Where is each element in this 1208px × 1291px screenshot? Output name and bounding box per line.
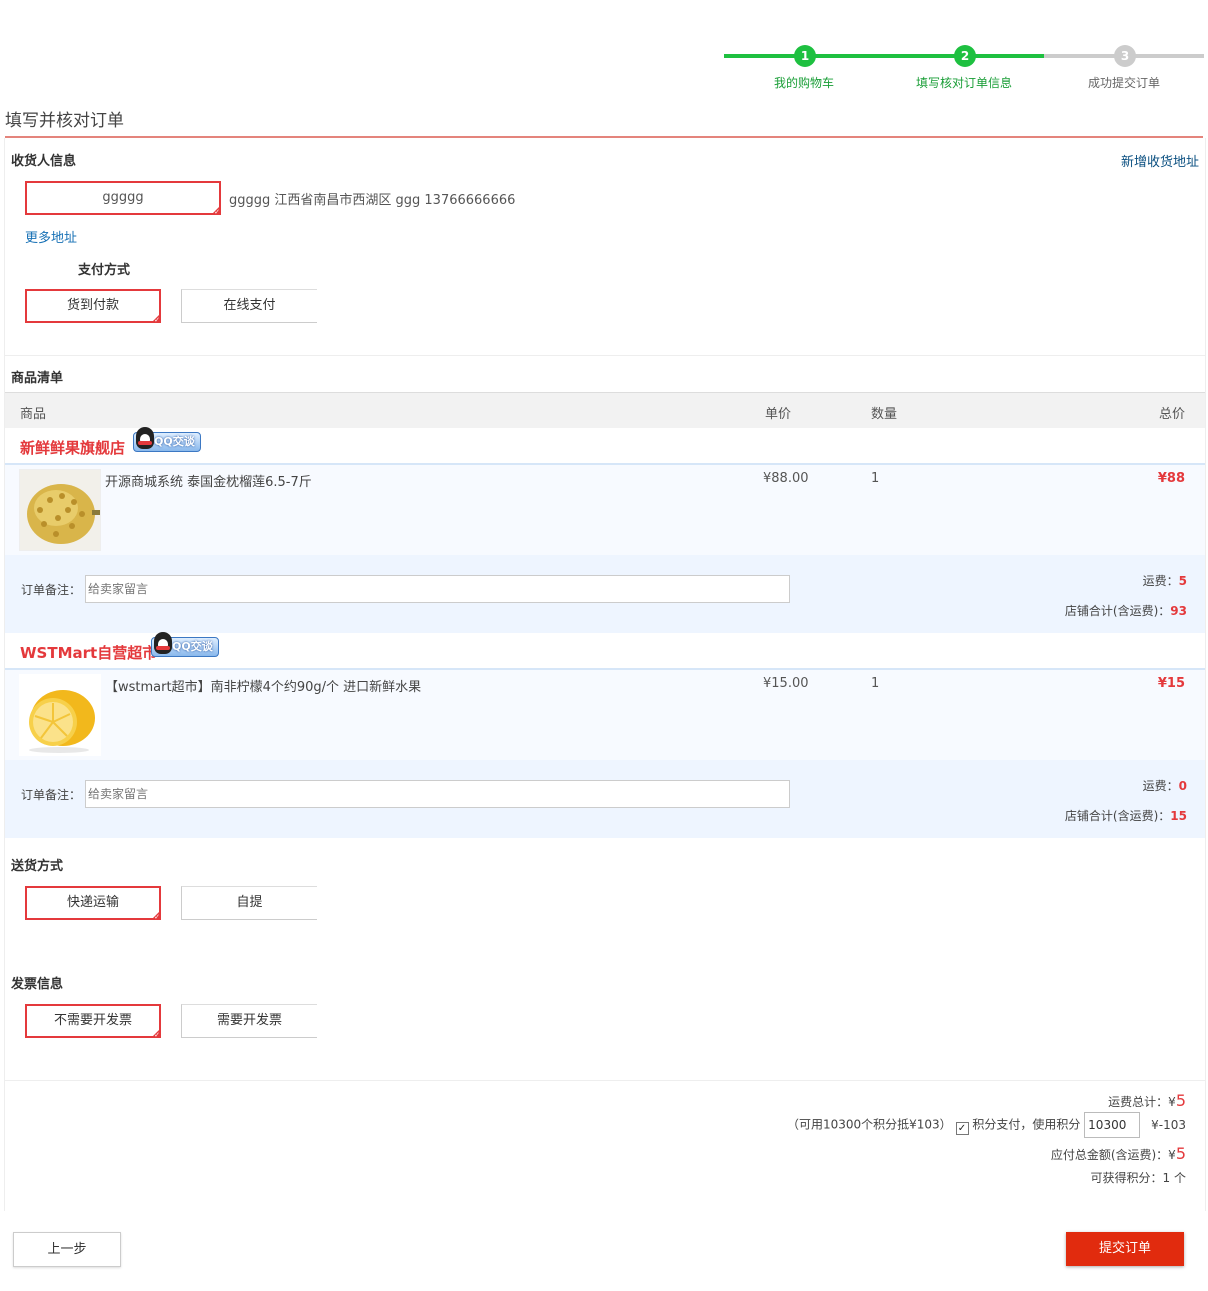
remark-label: 订单备注：	[21, 583, 82, 597]
goods-section-label: 商品清单	[11, 371, 64, 386]
line-total: ¥88	[1157, 471, 1185, 486]
consignee-address: ggggg 江西省南昌市西湖区 ggg 13766666666	[229, 193, 516, 208]
payable-total: 应付总金额(含运费)：¥5	[1050, 1144, 1186, 1163]
selected-consignee-button[interactable]: ggggg	[25, 181, 221, 217]
step-number: 1	[794, 45, 816, 67]
step-number: 2	[954, 45, 976, 67]
qq-penguin-icon	[136, 427, 154, 449]
goods-row: 【wstmart超市】南非柠檬4个约90g/个 进口新鲜水果 ¥15.00 1 …	[5, 668, 1205, 760]
payment-online-option[interactable]: 在线支付	[181, 289, 317, 323]
points-payment-row: （可用10300个积分抵¥103） ✓ 积分支付，使用积分 10300 ¥-10…	[787, 1112, 1186, 1138]
delivery-express-option[interactable]: 快递运输	[25, 886, 161, 922]
more-address-link[interactable]: 更多地址	[25, 227, 77, 246]
shop-name[interactable]: 新鲜鲜果旗舰店	[20, 437, 125, 458]
invoice-none-option[interactable]: 不需要开发票	[25, 1004, 161, 1040]
shipping-fee: 运费：5	[1142, 574, 1187, 588]
shipping-total: 运费总计：¥5	[1108, 1091, 1186, 1110]
unit-price: ¥15.00	[763, 676, 809, 691]
page-title: 填写并核对订单	[5, 111, 124, 131]
header-total: 总价	[1158, 407, 1185, 422]
points-pay-label: 积分支付，使用积分	[972, 1117, 1081, 1132]
invoice-section-label: 发票信息	[11, 977, 64, 992]
step-number: 3	[1114, 45, 1136, 67]
remark-input[interactable]	[85, 575, 790, 603]
earn-points: 可获得积分：1 个	[1090, 1171, 1187, 1185]
qq-chat-button[interactable]: QQ交谈	[133, 427, 201, 452]
points-deduct: ¥-103	[1151, 1117, 1186, 1132]
step-label: 填写核对订单信息	[915, 76, 1012, 90]
order-remark-row: 订单备注： 运费：0 店铺合计(含运费)：15	[5, 760, 1205, 838]
goods-table-header: 商品 单价 数量 总价	[5, 392, 1205, 428]
header-quantity: 数量	[871, 407, 898, 422]
previous-step-button[interactable]: 上一步	[13, 1232, 121, 1267]
shop-name[interactable]: WSTMart自营超市	[20, 642, 157, 663]
shop-subtotal: 店铺合计(含运费)：15	[1064, 809, 1187, 823]
product-name[interactable]: 【wstmart超市】南非柠檬4个约90g/个 进口新鲜水果	[105, 676, 421, 695]
points-input[interactable]: 10300	[1084, 1112, 1141, 1138]
payment-cod-option[interactable]: 货到付款	[25, 289, 161, 325]
durian-image[interactable]	[19, 469, 101, 551]
points-pay-checkbox[interactable]: ✓	[955, 1121, 969, 1135]
consignee-section-label: 收货人信息	[11, 154, 77, 169]
unit-price: ¥88.00	[763, 471, 809, 486]
delivery-pickup-option[interactable]: 自提	[181, 886, 317, 920]
quantity: 1	[871, 471, 880, 486]
header-unit-price: 单价	[765, 407, 792, 422]
qq-penguin-icon	[154, 632, 172, 654]
line-total: ¥15	[1157, 676, 1185, 691]
shipping-fee: 运费：0	[1142, 779, 1187, 793]
header-goods: 商品	[20, 407, 47, 422]
order-remark-row: 订单备注： 运费：5 店铺合计(含运费)：93	[5, 555, 1205, 633]
add-address-link[interactable]: 新增收货地址	[1121, 151, 1199, 170]
invoice-need-option[interactable]: 需要开发票	[181, 1004, 317, 1038]
product-name[interactable]: 开源商城系统 泰国金枕榴莲6.5-7斤	[105, 471, 312, 490]
quantity: 1	[871, 676, 880, 691]
step-submit-success: 3 成功提交订单	[1044, 44, 1204, 94]
qq-chat-button[interactable]: QQ交谈	[151, 632, 219, 657]
remark-input[interactable]	[85, 780, 790, 808]
step-label: 我的购物车	[773, 76, 834, 90]
step-cart: 1 我的购物车	[724, 44, 884, 94]
remark-label: 订单备注：	[21, 788, 82, 802]
delivery-section-label: 送货方式	[11, 859, 64, 874]
submit-order-button[interactable]: 提交订单	[1066, 1232, 1184, 1266]
shop-subtotal: 店铺合计(含运费)：93	[1064, 604, 1187, 618]
order-progress-steps: 1 我的购物车 2 填写核对订单信息 3 成功提交订单	[724, 44, 1204, 94]
lemon-image[interactable]	[19, 674, 101, 756]
step-fill-order: 2 填写核对订单信息	[884, 44, 1044, 94]
payment-section-label: 支付方式	[78, 263, 131, 278]
step-label: 成功提交订单	[1087, 76, 1160, 90]
points-hint: （可用10300个积分抵¥103）	[786, 1117, 952, 1132]
goods-row: 开源商城系统 泰国金枕榴莲6.5-7斤 ¥88.00 1 ¥88	[5, 463, 1205, 555]
